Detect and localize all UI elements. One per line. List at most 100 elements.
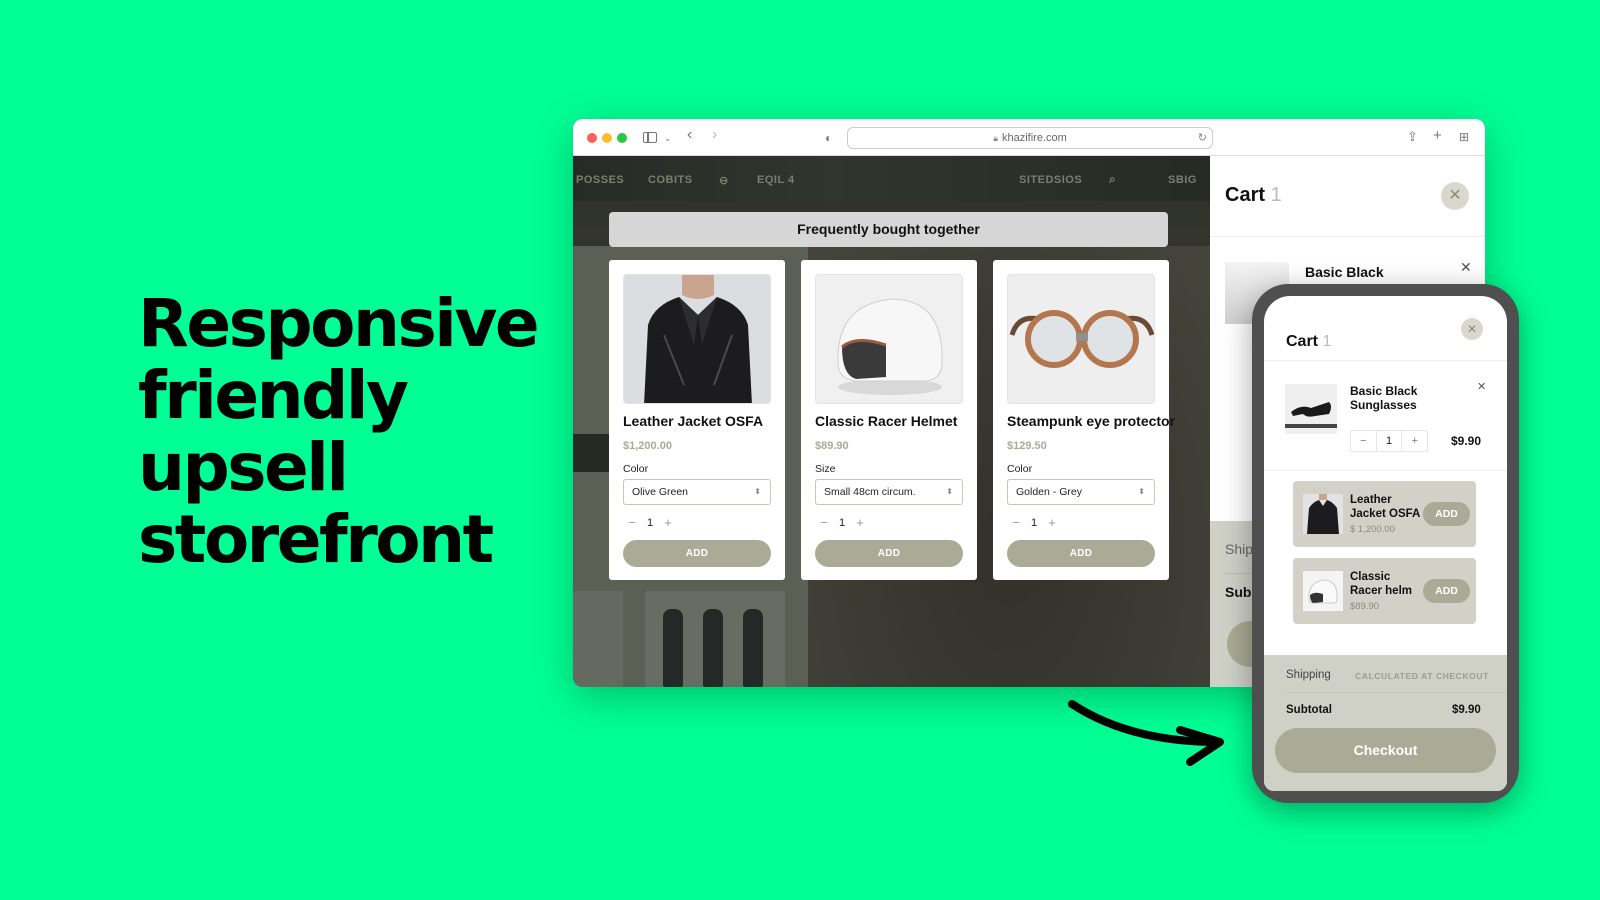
product-card: Steampunk eye protector $129.50 Color Go… — [993, 260, 1176, 580]
upsell-image-helmet — [1303, 571, 1343, 611]
cart-title: Cart 1 — [1286, 333, 1331, 351]
zoom-window-button[interactable] — [617, 133, 627, 143]
curved-arrow-icon — [1068, 700, 1224, 766]
quantity-stepper: − 1 + — [815, 515, 963, 530]
option-label: Color — [623, 463, 649, 475]
mobile-device: Cart 1 ✕ Basic Black Sunglasses ✕ − 1 + … — [1252, 284, 1519, 803]
address-bar[interactable]: 🔒︎ khazifire.com ↻ — [847, 127, 1213, 149]
modal-title: Frequently bought together — [609, 212, 1168, 247]
upsell-name: Classic Racer helm — [1350, 571, 1413, 597]
checkout-button[interactable]: Checkout — [1275, 728, 1496, 773]
divider — [1286, 692, 1507, 693]
product-price: $1,200.00 — [623, 440, 672, 452]
upsell-price: $ 1,200.00 — [1350, 524, 1395, 535]
close-icon[interactable]: ✕ — [1461, 318, 1483, 340]
add-button[interactable]: ADD — [623, 540, 771, 567]
product-name: Steampunk eye protector — [1007, 413, 1176, 429]
cart-title-text: Cart — [1225, 184, 1266, 206]
shield-icon[interactable]: ◐ — [825, 129, 832, 147]
cart-count: 1 — [1322, 333, 1332, 350]
shipping-label: Ship — [1225, 541, 1254, 557]
product-card: Classic Racer Helmet $89.90 Size Small 4… — [801, 260, 977, 580]
upsell-name: Leather Jacket OSFA — [1350, 494, 1421, 520]
product-card: Leather Jacket OSFA $1,200.00 Color Oliv… — [609, 260, 785, 580]
color-select[interactable]: Golden - Grey ⬍ — [1007, 479, 1155, 505]
upsell-add-button[interactable]: ADD — [1423, 502, 1470, 526]
remove-item-icon[interactable]: ✕ — [1477, 380, 1486, 393]
product-name: Leather Jacket OSFA — [623, 413, 764, 429]
cart-item-price: $9.90 — [1451, 434, 1482, 448]
decrement-button[interactable]: − — [1351, 431, 1376, 451]
increment-button[interactable]: + — [851, 515, 869, 530]
quantity-value: 1 — [646, 516, 654, 529]
chevron-left-icon[interactable]: ‹ — [687, 126, 692, 144]
upsell-image-leather-jacket — [1303, 494, 1343, 534]
quantity-value: 1 — [1030, 516, 1038, 529]
add-button[interactable]: ADD — [1007, 540, 1155, 567]
cart-item-image-sunglasses — [1285, 384, 1337, 434]
updown-arrows-icon: ⬍ — [754, 487, 761, 496]
upsell-price: $89.90 — [1350, 601, 1380, 612]
remove-item-icon[interactable]: ✕ — [1460, 259, 1472, 276]
quantity-value: 1 — [838, 516, 846, 529]
product-image-white-helmet[interactable] — [815, 274, 963, 404]
headline-line: friendly — [138, 357, 409, 434]
tab-grid-icon[interactable]: ⊞ — [1459, 128, 1469, 146]
quantity-stepper: − 1 + — [1007, 515, 1155, 530]
shipping-label: Shipping — [1286, 669, 1331, 681]
decrement-button[interactable]: − — [1007, 515, 1025, 530]
product-name: Classic Racer Helmet — [815, 413, 958, 429]
upsell-card: Leather Jacket OSFA $ 1,200.00 ADD — [1293, 481, 1476, 547]
increment-button[interactable]: + — [659, 515, 677, 530]
updown-arrows-icon: ⬍ — [946, 487, 953, 496]
product-price: $89.90 — [815, 440, 849, 452]
increment-button[interactable]: + — [1402, 431, 1427, 451]
quantity-stepper: − 1 + — [623, 515, 771, 530]
updown-arrows-icon: ⬍ — [1138, 487, 1145, 496]
minimize-window-button[interactable] — [602, 133, 612, 143]
headline-line: storefront — [138, 501, 494, 578]
chevron-down-icon[interactable]: ⌄ — [664, 129, 672, 147]
upsell-add-button[interactable]: ADD — [1423, 579, 1470, 603]
decrement-button[interactable]: − — [815, 515, 833, 530]
quantity-stepper: − 1 + — [1350, 430, 1428, 452]
sidebar-icon[interactable] — [643, 132, 657, 143]
option-label: Size — [815, 463, 836, 475]
size-select[interactable]: Small 48cm circum. ⬍ — [815, 479, 963, 505]
share-icon[interactable]: ⇪ — [1407, 128, 1418, 146]
mobile-cart: Cart 1 ✕ Basic Black Sunglasses ✕ − 1 + … — [1264, 296, 1507, 791]
cart-title-text: Cart — [1286, 333, 1319, 350]
option-label: Color — [1007, 463, 1033, 475]
increment-button[interactable]: + — [1043, 515, 1061, 530]
subtotal-label: Sub — [1225, 584, 1252, 600]
cart-footer: Shipping CALCULATED AT CHECKOUT Subtotal… — [1264, 655, 1507, 791]
add-button[interactable]: ADD — [815, 540, 963, 567]
url-text: khazifire.com — [1002, 132, 1067, 144]
plus-icon[interactable]: + — [1433, 127, 1442, 145]
lock-icon: 🔒︎ — [993, 132, 998, 143]
quantity-value[interactable]: 1 — [1375, 431, 1403, 451]
cart-count: 1 — [1270, 184, 1282, 206]
cart-item-name: Basic Black Sunglasses — [1350, 384, 1418, 412]
select-value: Olive Green — [632, 486, 689, 498]
product-image-steampunk-goggles[interactable] — [1007, 274, 1155, 404]
headline-line: upsell — [138, 429, 349, 506]
reload-icon[interactable]: ↻ — [1198, 131, 1207, 144]
product-image-leather-jacket[interactable] — [623, 274, 771, 404]
cart-item-name: Basic Black — [1305, 264, 1384, 280]
headline-line: Responsive — [138, 285, 540, 362]
cart-title: Cart 1 — [1225, 184, 1282, 207]
color-select[interactable]: Olive Green ⬍ — [623, 479, 771, 505]
chevron-right-icon[interactable]: › — [712, 126, 717, 144]
select-value: Golden - Grey — [1016, 486, 1082, 498]
close-window-button[interactable] — [587, 133, 597, 143]
subtotal-value: $9.90 — [1452, 704, 1481, 716]
decrement-button[interactable]: − — [623, 515, 641, 530]
close-icon[interactable]: ✕ — [1441, 182, 1469, 210]
divider — [1210, 236, 1485, 237]
headline: Responsive friendly upsell storefront — [138, 288, 558, 576]
subtotal-label: Subtotal — [1286, 704, 1332, 716]
upsell-card: Classic Racer helm $89.90 ADD — [1293, 558, 1476, 624]
shipping-value: CALCULATED AT CHECKOUT — [1355, 671, 1489, 681]
browser-toolbar: ⌄ ‹ › ◐ 🔒︎ khazifire.com ↻ ⇪ + ⊞ — [573, 119, 1485, 156]
